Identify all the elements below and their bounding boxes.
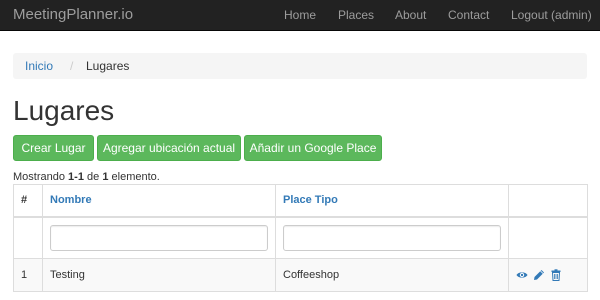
nombre-filter-input[interactable] [50, 224, 268, 251]
filter-cell-place-tipo [275, 216, 509, 259]
summary-middle: de [87, 171, 100, 183]
breadcrumb: Inicio / Lugares [13, 53, 587, 79]
pencil-icon[interactable] [533, 269, 545, 281]
row-nombre: Testing [42, 258, 276, 292]
add-current-location-button[interactable]: Agregar ubicación actual [97, 135, 241, 161]
filter-cell-empty [13, 216, 43, 259]
page-title: Lugares [13, 95, 115, 126]
summary-suffix: elemento. [111, 171, 160, 183]
breadcrumb-separator: / [70, 59, 74, 73]
nav-home[interactable]: Home [284, 8, 316, 22]
nav-about[interactable]: About [395, 8, 426, 22]
filter-cell-nombre [42, 216, 276, 259]
places-table: # Nombre Place Tipo 1 Testing Coffeeshop [13, 184, 588, 292]
table-row: 1 Testing Coffeeshop [13, 258, 588, 292]
navbar: MeetingPlanner.io Home Places About Cont… [0, 0, 600, 31]
summary-total: 1 [102, 171, 109, 183]
trash-icon[interactable] [550, 269, 562, 282]
place-tipo-filter-input[interactable] [283, 224, 501, 251]
results-summary: Mostrando 1-1 de 1 elemento. [13, 171, 160, 183]
row-actions [508, 258, 588, 292]
row-place-tipo: Coffeeshop [275, 258, 509, 292]
column-header-nombre[interactable]: Nombre [42, 184, 276, 218]
brand-logo[interactable]: MeetingPlanner.io [13, 6, 133, 23]
table-filter-row [13, 216, 588, 259]
summary-range: 1-1 [68, 171, 84, 183]
breadcrumb-home-link[interactable]: Inicio [25, 59, 53, 73]
eye-icon[interactable] [516, 269, 528, 281]
column-header-index: # [13, 184, 43, 218]
nav-places[interactable]: Places [338, 8, 374, 22]
create-place-button[interactable]: Crear Lugar [13, 135, 94, 161]
breadcrumb-current: Lugares [86, 59, 130, 73]
column-header-actions [508, 184, 588, 218]
nav-logout[interactable]: Logout (admin) [511, 8, 592, 22]
row-index: 1 [13, 258, 43, 292]
summary-prefix: Mostrando [13, 171, 65, 183]
add-google-place-button[interactable]: Añadir un Google Place [244, 135, 382, 161]
column-header-place-tipo[interactable]: Place Tipo [275, 184, 509, 218]
nav-contact[interactable]: Contact [448, 8, 489, 22]
table-header-row: # Nombre Place Tipo [13, 184, 588, 218]
filter-cell-actions [508, 216, 588, 259]
